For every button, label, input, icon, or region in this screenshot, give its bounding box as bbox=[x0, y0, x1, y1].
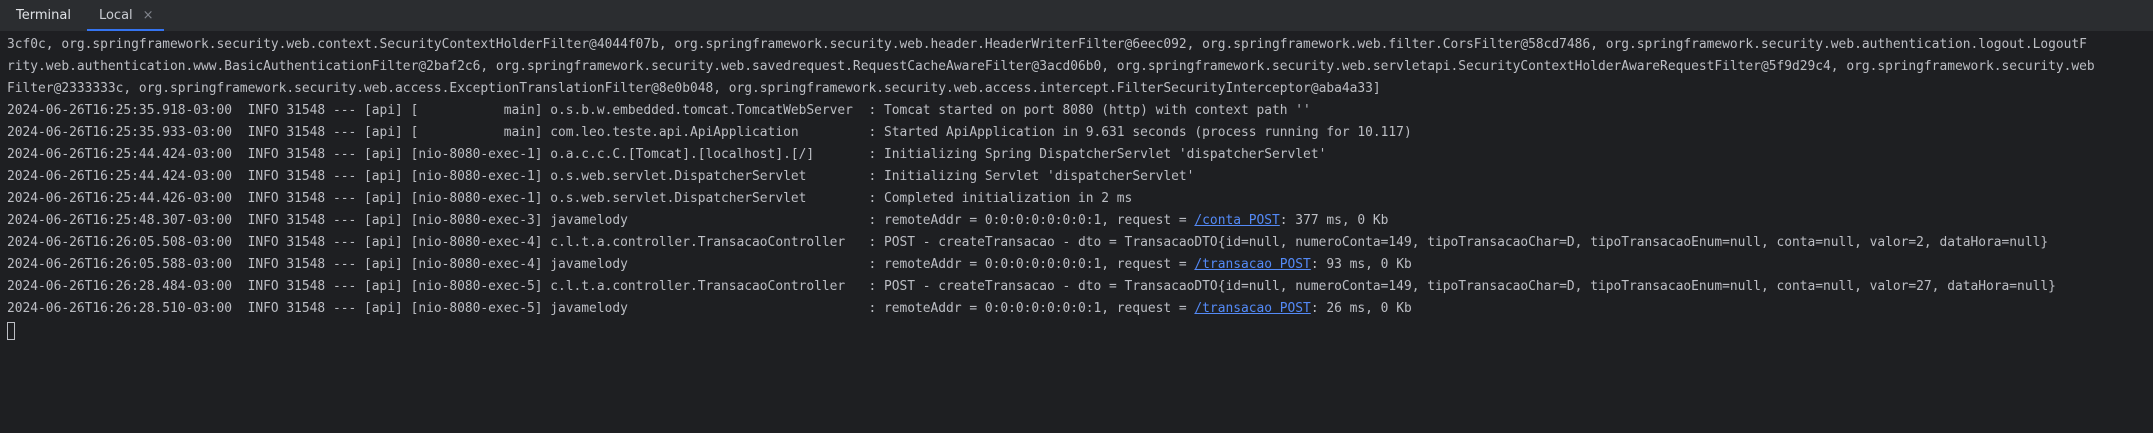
terminal-line: 2024-06-26T16:25:44.424-03:00 INFO 31548… bbox=[7, 169, 1195, 184]
terminal-tab-bar: Terminal Local × bbox=[0, 0, 2153, 32]
log-text: : 377 ms, 0 Kb bbox=[1279, 213, 1389, 228]
terminal-line: 2024-06-26T16:25:35.918-03:00 INFO 31548… bbox=[7, 103, 1311, 118]
terminal-line: Filter@2333333c, org.springframework.sec… bbox=[7, 81, 1381, 96]
terminal-cursor bbox=[7, 322, 15, 340]
log-text: : 93 ms, 0 Kb bbox=[1310, 257, 1412, 272]
tool-window-title: Terminal bbox=[16, 8, 71, 23]
terminal-line: 2024-06-26T16:25:44.426-03:00 INFO 31548… bbox=[7, 191, 1133, 206]
terminal-tool-window: Terminal Local × 3cf0c, org.springframew… bbox=[0, 0, 2153, 433]
terminal-line: 2024-06-26T16:25:44.424-03:00 INFO 31548… bbox=[7, 147, 1327, 162]
terminal-line: 2024-06-26T16:26:28.510-03:00 INFO 31548… bbox=[0, 298, 2153, 320]
terminal-output[interactable]: 3cf0c, org.springframework.security.web.… bbox=[0, 34, 2153, 433]
log-text: 2024-06-26T16:26:05.588-03:00 INFO 31548… bbox=[7, 257, 1195, 272]
terminal-line: rity.web.authentication.www.BasicAuthent… bbox=[7, 59, 2095, 74]
log-text: : 26 ms, 0 Kb bbox=[1310, 301, 1412, 316]
close-icon[interactable]: × bbox=[143, 9, 154, 22]
tab-local[interactable]: Local × bbox=[86, 0, 164, 31]
terminal-line: 2024-06-26T16:26:05.508-03:00 INFO 31548… bbox=[7, 235, 2049, 250]
log-text: 2024-06-26T16:26:28.510-03:00 INFO 31548… bbox=[7, 301, 1195, 316]
request-link[interactable]: /transacao POST bbox=[1194, 257, 1310, 272]
terminal-line: 2024-06-26T16:25:35.933-03:00 INFO 31548… bbox=[7, 125, 1412, 140]
log-text: 2024-06-26T16:25:48.307-03:00 INFO 31548… bbox=[7, 213, 1195, 228]
terminal-line: 2024-06-26T16:26:28.484-03:00 INFO 31548… bbox=[7, 279, 2056, 294]
terminal-line: 3cf0c, org.springframework.security.web.… bbox=[7, 37, 2087, 52]
request-link[interactable]: /conta POST bbox=[1194, 213, 1279, 228]
terminal-line: 2024-06-26T16:25:48.307-03:00 INFO 31548… bbox=[0, 210, 2153, 232]
terminal-line: 2024-06-26T16:26:05.588-03:00 INFO 31548… bbox=[0, 254, 2153, 276]
tab-label: Local bbox=[98, 8, 133, 23]
request-link[interactable]: /transacao POST bbox=[1194, 301, 1310, 316]
